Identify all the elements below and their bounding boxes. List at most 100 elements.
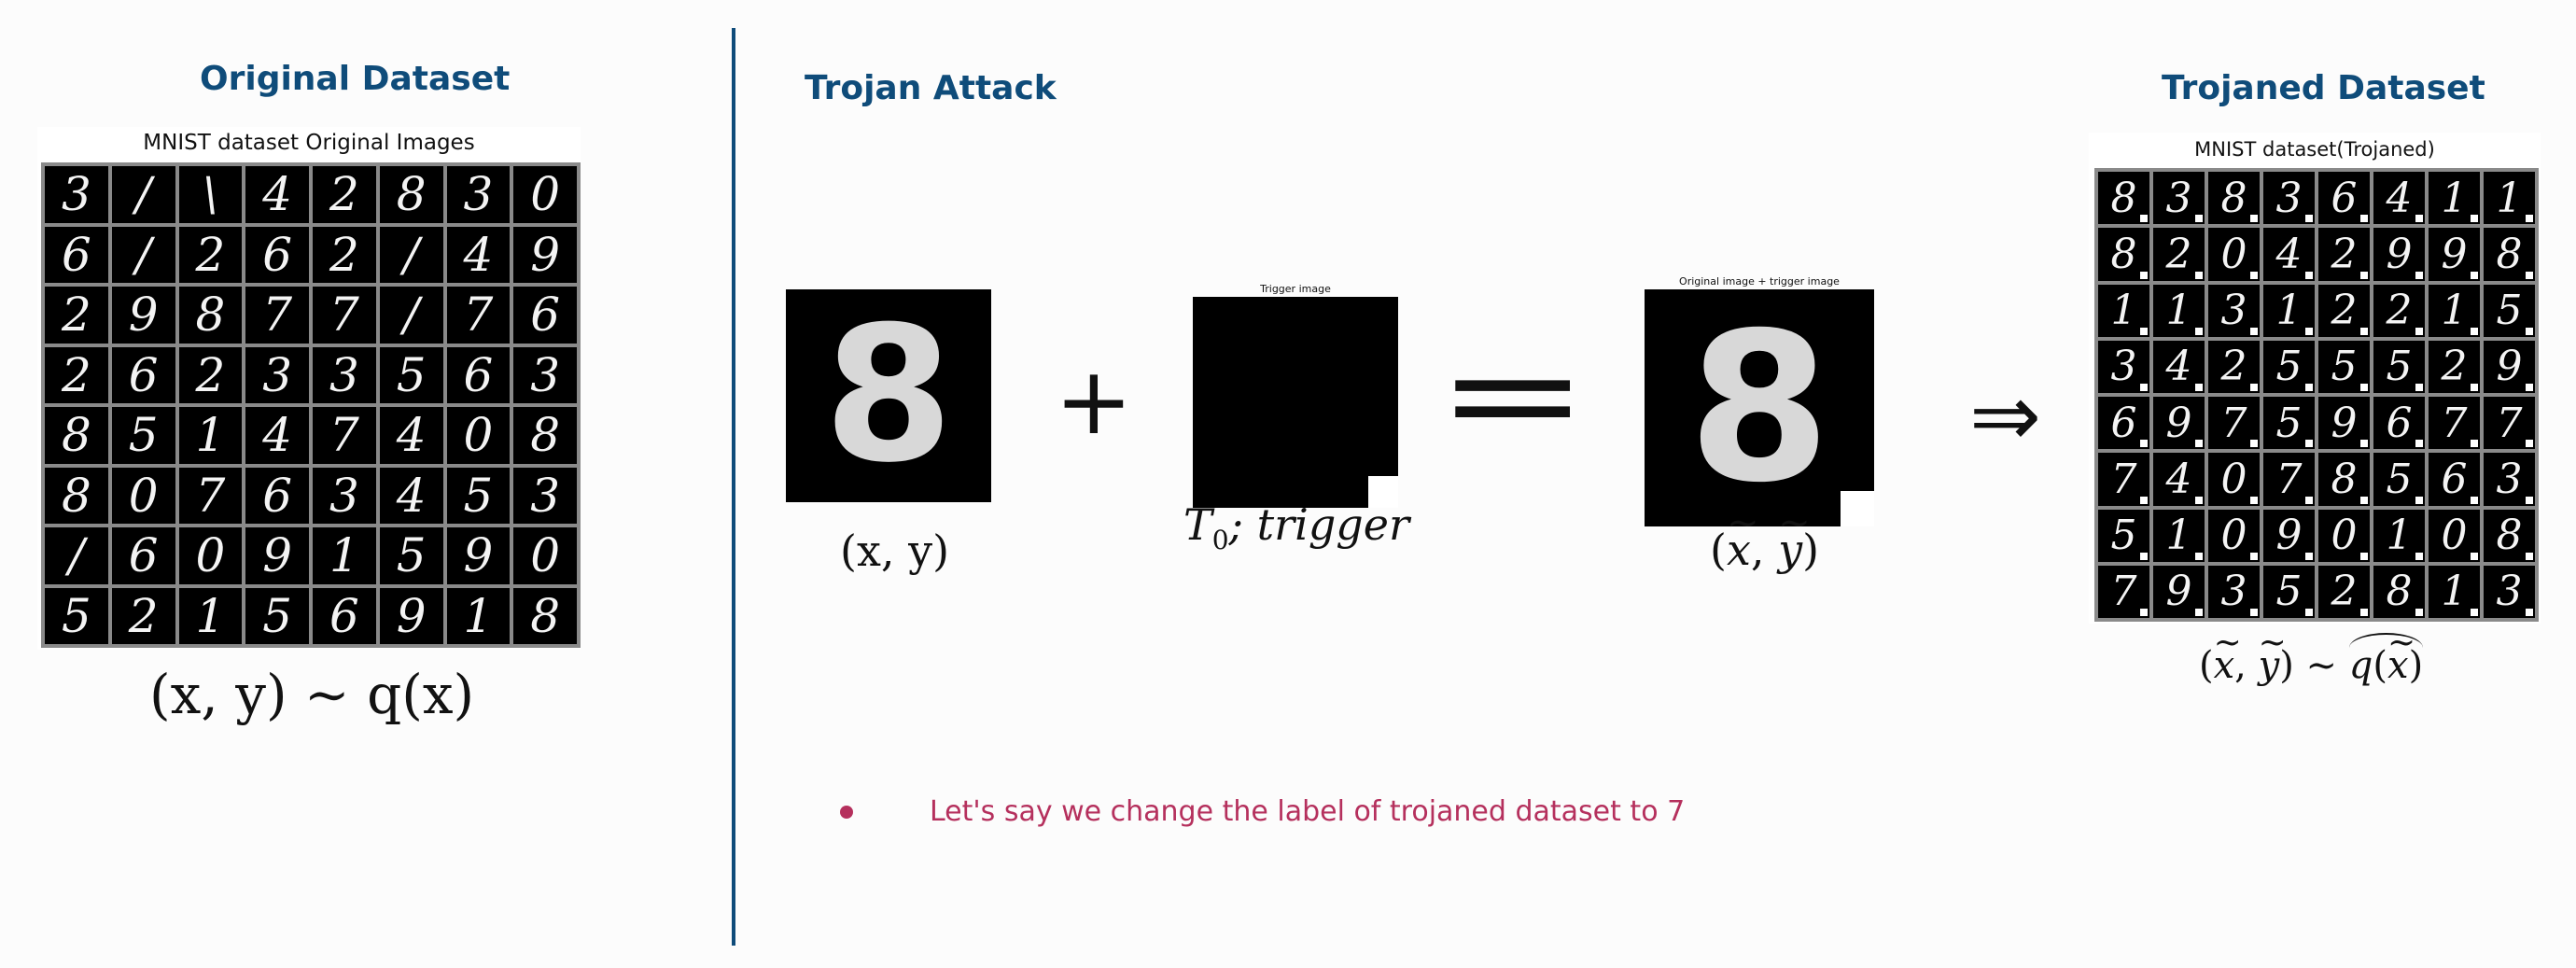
original-digit: 2: [195, 227, 226, 282]
trigger-patch: [2305, 215, 2313, 223]
sample-label: (x, y): [840, 526, 950, 576]
trojaned-formula-relation: ∼: [2305, 644, 2338, 687]
trigger-patch: [2250, 215, 2258, 223]
original-digit: /: [68, 528, 85, 583]
trigger-patch: [2415, 271, 2423, 279]
trigger-patch: [2305, 609, 2313, 616]
original-digit: 5: [61, 588, 91, 643]
trojaned-digit-cell: 3: [2484, 565, 2535, 618]
trojaned-digit: 0: [2220, 455, 2247, 503]
trojaned-digit: 2: [2386, 287, 2413, 335]
original-digit-cell: 7: [178, 467, 243, 524]
trojaned-digit: 2: [2331, 287, 2358, 335]
trojaned-digit-cell: 5: [2098, 509, 2149, 562]
trojaned-digit-cell: 0: [2429, 509, 2480, 562]
trojaned-digit: 8: [2110, 230, 2137, 278]
original-digit: 1: [195, 588, 226, 643]
combined-trigger-patch: [1841, 491, 1874, 526]
original-digit-cell: 1: [178, 587, 243, 644]
original-digit-cell: 0: [111, 467, 175, 524]
trigger-patch: [2250, 552, 2258, 560]
combined-label-y: y: [1778, 500, 1802, 575]
original-digit-cell: 1: [313, 527, 376, 584]
original-grid-caption: MNIST dataset Original Images: [143, 131, 475, 155]
trojaned-digit-cell: 3: [2153, 172, 2205, 225]
original-digit: 3: [61, 167, 91, 222]
original-digit-cell: 0: [178, 527, 243, 584]
trigger-patch: [2360, 327, 2368, 335]
original-digit-cell: 2: [178, 346, 243, 403]
original-digit: 8: [61, 468, 91, 523]
trigger-image: [1193, 297, 1398, 508]
trojaned-digit-cell: 2: [2373, 284, 2425, 337]
trojaned-digit: 3: [2496, 568, 2523, 616]
original-digit-cell: 8: [45, 407, 108, 464]
original-digit-cell: 7: [446, 287, 511, 344]
original-digit-cell: /: [111, 166, 175, 223]
trigger-patch: [2250, 271, 2258, 279]
original-digit: 0: [530, 167, 561, 222]
original-digit-cell: 7: [313, 287, 376, 344]
original-digit-cell: 0: [513, 527, 577, 584]
trigger-patch: [2471, 215, 2478, 223]
trigger-patch: [2195, 384, 2203, 391]
trojaned-digit-cell: 5: [2484, 284, 2535, 337]
trojaned-digit: 6: [2441, 455, 2468, 503]
trojaned-digit-cell: 0: [2208, 228, 2260, 281]
original-digit-cell: 9: [513, 226, 577, 283]
trojaned-mnist-grid: 8383641182042998113122153425552969759677…: [2094, 168, 2539, 622]
original-digit-cell: 3: [513, 346, 577, 403]
original-digit-cell: 6: [446, 346, 511, 403]
original-digit: 5: [463, 468, 494, 523]
original-digit-cell: /: [111, 226, 175, 283]
original-digit-cell: 3: [313, 467, 376, 524]
original-digit-cell: 8: [178, 287, 243, 344]
original-digit-cell: 8: [513, 407, 577, 464]
trojaned-digit-cell: 1: [2153, 509, 2205, 562]
trojaned-digit-cell: 8: [2484, 509, 2535, 562]
trojaned-digit: 7: [2110, 568, 2137, 616]
trojaned-digit: 2: [2165, 230, 2192, 278]
original-digit: /: [135, 227, 152, 282]
trojaned-digit-cell: 2: [2153, 228, 2205, 281]
trigger-patch: [2471, 327, 2478, 335]
trigger-patch: [2360, 552, 2368, 560]
trigger-label: T0; trigger: [1183, 499, 1409, 555]
original-digit-cell: \: [178, 166, 243, 223]
trigger-patch: [2471, 552, 2478, 560]
original-digit: 3: [262, 347, 293, 402]
original-digit: 6: [61, 227, 91, 282]
original-digit-cell: 9: [446, 527, 511, 584]
original-digit: 8: [396, 167, 427, 222]
trojaned-digit-cell: 1: [2429, 172, 2480, 225]
trojaned-digit: 1: [2441, 174, 2468, 222]
original-digit-cell: 6: [111, 346, 175, 403]
trojaned-formula-rhs: q(x): [2348, 624, 2424, 687]
original-digit-cell: 2: [313, 226, 376, 283]
trojaned-digit: 1: [2496, 174, 2523, 222]
trigger-patch: [2471, 271, 2478, 279]
trojaned-digit: 4: [2165, 343, 2192, 391]
trojaned-digit: 7: [2441, 399, 2468, 447]
original-digit-cell: 6: [45, 226, 108, 283]
trigger-patch: [2471, 384, 2478, 391]
original-digit-cell: 3: [513, 467, 577, 524]
original-digit: /: [135, 167, 152, 222]
trojaned-digit-cell: 3: [2208, 284, 2260, 337]
trojaned-digit-cell: 0: [2208, 509, 2260, 562]
trigger-patch: [2195, 327, 2203, 335]
trigger-patch: [2195, 440, 2203, 448]
original-digit: 2: [195, 347, 226, 402]
trigger-patch: [2415, 496, 2423, 504]
trojaned-digit: 5: [2275, 568, 2303, 616]
bullet-dot: [840, 805, 853, 819]
original-digit-cell: 9: [245, 527, 309, 584]
section-divider: [732, 28, 735, 946]
original-digit: 8: [61, 408, 91, 463]
combined-label-x: x: [1727, 500, 1751, 575]
trojaned-digit-cell: 9: [2484, 340, 2535, 393]
trojaned-digit-cell: 7: [2484, 397, 2535, 450]
original-digit: 5: [262, 588, 293, 643]
trigger-patch: [2360, 609, 2368, 616]
original-digit-cell: 5: [245, 587, 309, 644]
